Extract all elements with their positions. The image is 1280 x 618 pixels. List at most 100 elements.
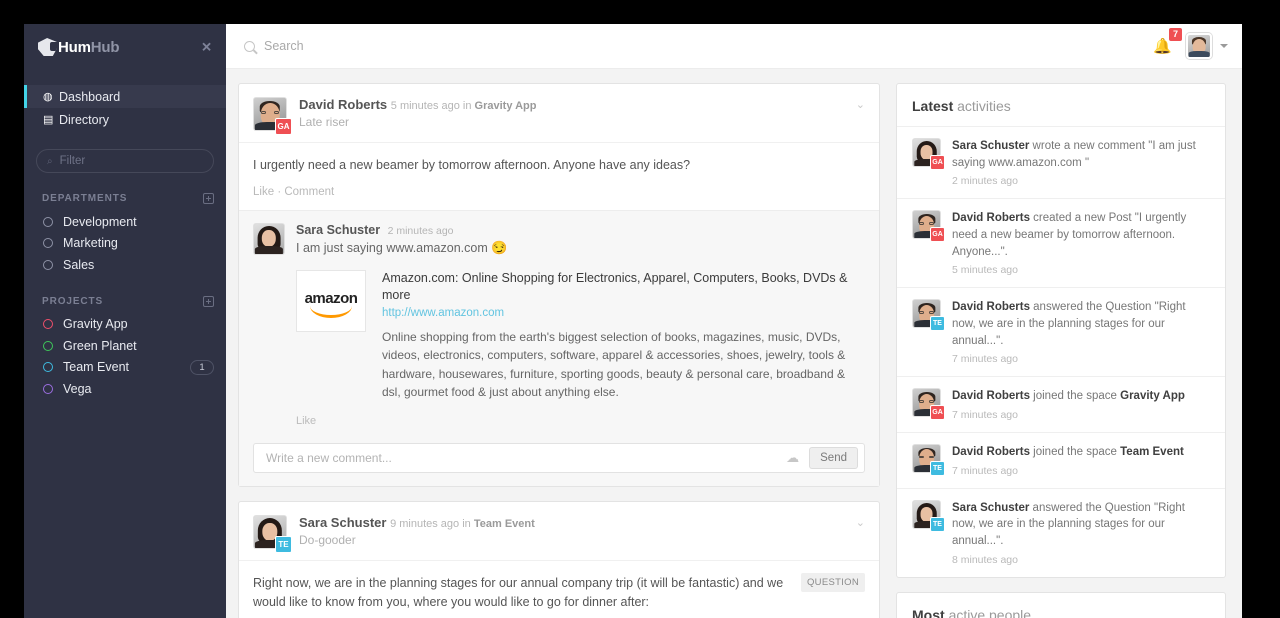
post-author-name: Sara Schuster <box>299 514 387 530</box>
unread-count-badge: 1 <box>190 359 214 375</box>
topbar-right: 🔔 7 <box>1139 27 1242 59</box>
activity-actor: Sara Schuster <box>952 501 1030 514</box>
activity-avatar-wrap: GA <box>912 138 945 170</box>
avatar[interactable] <box>1186 33 1212 59</box>
post-time: 9 minutes ago in <box>390 517 471 530</box>
sidebar-item-green-planet[interactable]: Green Planet <box>24 335 226 357</box>
space-dot-icon <box>43 238 53 249</box>
panel-title-light: activities <box>957 98 1011 114</box>
activity-time: 8 minutes ago <box>952 553 1018 566</box>
link-preview-description: Online shopping from the earth's biggest… <box>382 329 846 400</box>
link-preview-title: Amazon.com: Online Shopping for Electron… <box>382 270 848 302</box>
space-dot-icon <box>43 362 53 373</box>
search-icon: ⌕ <box>47 155 53 167</box>
activity-item[interactable]: GA David Roberts created a new Post "I u… <box>897 198 1225 287</box>
amazon-logo-icon: amazon <box>296 269 366 332</box>
section-header-projects: PROJECTS <box>24 276 226 314</box>
sidebar-item-gravity-app[interactable]: Gravity App <box>24 314 226 336</box>
link-preview-url[interactable]: http://www.amazon.com <box>382 307 865 319</box>
brand-title: HumHub <box>58 39 119 56</box>
most-active-people-panel: Most active people Get a list <box>896 591 1226 618</box>
bell-icon: 🔔 <box>1153 37 1172 55</box>
chevron-down-icon[interactable] <box>1220 44 1228 48</box>
chevron-down-icon[interactable]: ⌄ <box>856 516 865 529</box>
post-author[interactable]: David Roberts 5 minutes ago in Gravity A… <box>299 97 537 112</box>
sidebar-item-vega[interactable]: Vega <box>24 378 226 400</box>
sidebar-item-marketing[interactable]: Marketing <box>24 233 226 255</box>
activity-avatar-wrap: GA <box>912 210 945 243</box>
activity-body: joined the space <box>1029 446 1121 459</box>
activity-actor: David Roberts <box>952 301 1030 314</box>
main-nav: ◍ Dashboard ▤ Directory <box>24 85 226 131</box>
notifications-button[interactable]: 🔔 7 <box>1139 27 1186 55</box>
send-button[interactable]: Send <box>809 446 858 469</box>
activity-actor: David Roberts <box>952 390 1030 403</box>
activity-item[interactable]: TE Sara Schuster answered the Question "… <box>897 487 1225 577</box>
activity-actor: Sara Schuster <box>952 140 1030 152</box>
activity-target[interactable]: Team Event <box>1120 446 1184 458</box>
search-input[interactable]: Search <box>226 39 1139 53</box>
comment-button[interactable]: Comment <box>284 186 334 198</box>
sidebar-item-directory[interactable]: ▤ Directory <box>24 108 226 131</box>
activity-item[interactable]: TE David Roberts joined the space Team E… <box>897 432 1225 488</box>
glasses-icon <box>261 110 267 114</box>
upload-cloud-icon[interactable]: ☁ <box>786 450 799 466</box>
space-badge: TE <box>275 535 292 553</box>
post-space[interactable]: Team Event <box>474 518 535 530</box>
panel-title-bold: Most <box>912 606 945 618</box>
post-body: Right now, we are in the planning stages… <box>239 559 879 612</box>
space-dot-icon <box>43 259 53 270</box>
panel-title-bold: Latest <box>912 98 954 114</box>
like-button[interactable]: Like <box>253 186 274 198</box>
chevron-down-icon[interactable]: ⌄ <box>856 98 865 111</box>
sidebar-item-label: Green Planet <box>63 338 137 353</box>
comment-author-name: Sara Schuster <box>296 222 381 237</box>
activity-item[interactable]: TE David Roberts answered the Question "… <box>897 287 1225 376</box>
sidebar-item-team-event[interactable]: Team Event 1 <box>24 357 226 379</box>
brand-title-light: Hub <box>90 38 120 56</box>
content-area: GA David Roberts 5 minutes ago in Gravit… <box>226 69 1242 618</box>
dashboard-icon: ◍ <box>43 91 53 103</box>
new-comment-row: Write a new comment... ☁ Send <box>239 434 879 486</box>
sidebar-item-label: Marketing <box>63 236 118 251</box>
post-space[interactable]: Gravity App <box>475 100 537 112</box>
new-comment-input[interactable]: Write a new comment... ☁ Send <box>253 442 865 473</box>
space-dot-icon <box>43 319 53 330</box>
activity-target[interactable]: Gravity App <box>1120 390 1185 402</box>
sidebar-item-label: Sales <box>63 257 95 272</box>
link-preview-card[interactable]: amazon Amazon.com: Online Shopping for E… <box>296 269 865 402</box>
activity-text: Sara Schuster wrote a new comment "I am … <box>952 138 1210 171</box>
comment-author[interactable]: Sara Schuster 2 minutes ago <box>296 223 865 237</box>
activity-item[interactable]: GA Sara Schuster wrote a new comment "I … <box>897 126 1225 198</box>
sidebar-item-label: Dashboard <box>59 89 121 104</box>
comment-text: I am just saying www.amazon.com 😏 <box>296 240 865 256</box>
sidebar-item-label: Directory <box>59 112 110 127</box>
comment-body: I am just saying www.amazon.com <box>296 240 488 255</box>
activity-time: 5 minutes ago <box>952 264 1018 277</box>
close-icon[interactable]: ✕ <box>201 41 212 54</box>
sidebar-item-sales[interactable]: Sales <box>24 254 226 276</box>
sidebar-item-dashboard[interactable]: ◍ Dashboard <box>24 85 226 108</box>
comment-time: 2 minutes ago <box>387 224 454 237</box>
plus-box-icon[interactable] <box>203 193 214 204</box>
comment-like-button[interactable]: Like <box>253 402 865 431</box>
post-author-block: David Roberts 5 minutes ago in Gravity A… <box>299 97 537 131</box>
action-separator: · <box>277 185 282 198</box>
post-author-subtitle: Do-gooder <box>299 532 356 547</box>
main-area: Search 🔔 7 GA David Roberts 5 minutes ag… <box>226 24 1242 618</box>
sidebar-item-label: Vega <box>63 381 92 396</box>
notification-count-badge: 7 <box>1168 27 1182 41</box>
activity-item[interactable]: GA David Roberts joined the space Gravit… <box>897 376 1225 432</box>
post-author[interactable]: Sara Schuster 9 minutes ago in Team Even… <box>299 515 535 530</box>
post-author-name: David Roberts <box>299 97 388 112</box>
activity-avatar-wrap: TE <box>912 299 945 332</box>
activity-time: 7 minutes ago <box>952 409 1018 422</box>
plus-box-icon[interactable] <box>203 295 214 307</box>
sidebar-item-development[interactable]: Development <box>24 211 226 233</box>
avatar[interactable] <box>253 222 285 255</box>
space-badge: TE <box>930 516 945 532</box>
question-badge: QUESTION <box>800 572 865 592</box>
filter-input[interactable]: ⌕ Filter <box>36 149 214 173</box>
comment: Sara Schuster 2 minutes ago I am just sa… <box>253 222 865 256</box>
activity-time: 7 minutes ago <box>952 464 1018 477</box>
